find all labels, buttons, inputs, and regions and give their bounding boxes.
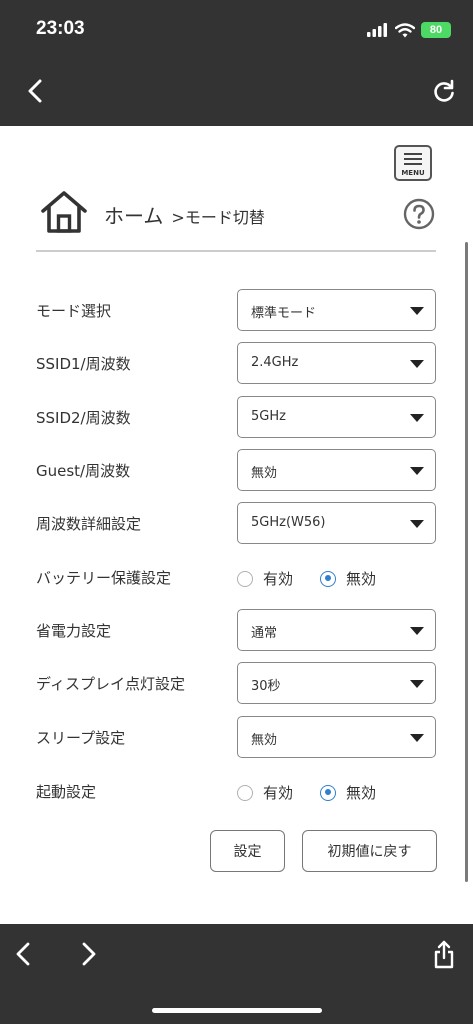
radio-circle[interactable] (237, 570, 253, 587)
battery-level: 80 (429, 24, 443, 36)
select-value: 標準モード (251, 306, 317, 321)
menu-line (404, 153, 422, 155)
page-content: MENU ホーム > モード切替 モード選択 標準モード SSID1/周波数 2… (0, 126, 473, 924)
radio-enabled[interactable]: 有効 (237, 568, 293, 589)
row-startup: 起動設定 有効 無効 (36, 770, 436, 812)
row-guest-frequency: Guest/周波数 無効 (36, 449, 436, 491)
breadcrumb-current: モード切替 (184, 208, 265, 227)
dropdown-arrow-icon (410, 467, 424, 475)
power-saving-select[interactable]: 通常 (237, 609, 436, 651)
help-icon[interactable] (403, 198, 435, 230)
menu-label: MENU (401, 169, 425, 177)
row-label: 省電力設定 (36, 622, 112, 640)
guest-frequency-select[interactable]: 無効 (237, 449, 436, 491)
sleep-select[interactable]: 無効 (237, 716, 436, 758)
breadcrumb: ホーム > モード切替 (104, 200, 265, 229)
scrollbar[interactable] (465, 242, 468, 882)
ssid1-frequency-select[interactable]: 2.4GHz (237, 342, 436, 384)
radio-disabled[interactable]: 無効 (320, 568, 376, 589)
breadcrumb-home[interactable]: ホーム (104, 200, 163, 229)
radio-disabled[interactable]: 無効 (320, 782, 376, 803)
row-label: Guest/周波数 (36, 462, 131, 480)
row-label: 周波数詳細設定 (36, 515, 142, 533)
select-value: 無効 (251, 466, 278, 481)
startup-radio-group: 有効 無効 (237, 770, 436, 812)
row-sleep: スリープ設定 無効 (36, 716, 436, 758)
row-label: ディスプレイ点灯設定 (36, 675, 185, 693)
dropdown-arrow-icon (410, 360, 424, 368)
select-value: 2.4GHz (251, 355, 299, 370)
radio-circle[interactable] (237, 784, 253, 801)
menu-line (404, 163, 422, 165)
select-value: 無効 (251, 733, 278, 748)
row-label: SSID2/周波数 (36, 409, 131, 427)
reload-icon[interactable] (431, 78, 457, 104)
menu-button[interactable]: MENU (394, 145, 432, 181)
breadcrumb-separator: > (171, 208, 185, 227)
reset-defaults-button[interactable]: 初期値に戻す (302, 830, 437, 872)
dropdown-arrow-icon (410, 307, 424, 315)
battery-protection-radio-group: 有効 無効 (237, 556, 436, 598)
menu-line (404, 158, 422, 160)
dropdown-arrow-icon (410, 520, 424, 528)
row-ssid1-frequency: SSID1/周波数 2.4GHz (36, 342, 436, 384)
signal-icon (367, 23, 387, 37)
radio-label: 無効 (346, 570, 377, 588)
title-divider (36, 250, 436, 252)
row-power-saving: 省電力設定 通常 (36, 609, 436, 651)
dropdown-arrow-icon (410, 680, 424, 688)
set-button[interactable]: 設定 (210, 830, 285, 872)
radio-label: 有効 (263, 570, 294, 588)
row-label: SSID1/周波数 (36, 355, 131, 373)
dropdown-arrow-icon (410, 627, 424, 635)
display-timeout-select[interactable]: 30秒 (237, 662, 436, 704)
back-chevron-icon[interactable] (22, 76, 50, 106)
radio-circle-selected[interactable] (320, 784, 336, 801)
share-icon[interactable] (432, 939, 456, 969)
row-display-timeout: ディスプレイ点灯設定 30秒 (36, 662, 436, 704)
select-value: 5GHz (251, 409, 286, 424)
dropdown-arrow-icon (410, 414, 424, 422)
frequency-detail-select[interactable]: 5GHz(W56) (237, 502, 436, 544)
battery-charging-icon: 80 (421, 22, 451, 38)
radio-circle-selected[interactable] (320, 570, 336, 587)
row-battery-protection: バッテリー保護設定 有効 無効 (36, 556, 436, 598)
mode-select[interactable]: 標準モード (237, 289, 436, 331)
ssid2-frequency-select[interactable]: 5GHz (237, 396, 436, 438)
status-icons: 80 (367, 19, 451, 41)
radio-label: 無効 (346, 784, 377, 802)
select-value: 通常 (251, 626, 278, 641)
row-frequency-detail: 周波数詳細設定 5GHz(W56) (36, 502, 436, 544)
top-bar: 23:03 80 (0, 0, 473, 126)
radio-enabled[interactable]: 有効 (237, 782, 293, 803)
row-ssid2-frequency: SSID2/周波数 5GHz (36, 396, 436, 438)
row-label: モード選択 (36, 302, 112, 320)
chevron-right-icon[interactable] (76, 940, 100, 968)
row-label: 起動設定 (36, 783, 97, 801)
status-time: 23:03 (36, 18, 85, 39)
chevron-left-icon[interactable] (12, 940, 36, 968)
select-value: 5GHz(W56) (251, 515, 326, 530)
wifi-icon (395, 22, 415, 37)
row-mode-select: モード選択 標準モード (36, 289, 436, 331)
select-value: 30秒 (251, 679, 281, 694)
home-indicator (152, 1008, 322, 1013)
home-icon[interactable] (40, 190, 88, 234)
row-label: スリープ設定 (36, 729, 126, 747)
row-label: バッテリー保護設定 (36, 569, 172, 587)
browser-toolbar (0, 924, 473, 1024)
dropdown-arrow-icon (410, 734, 424, 742)
radio-label: 有効 (263, 784, 294, 802)
